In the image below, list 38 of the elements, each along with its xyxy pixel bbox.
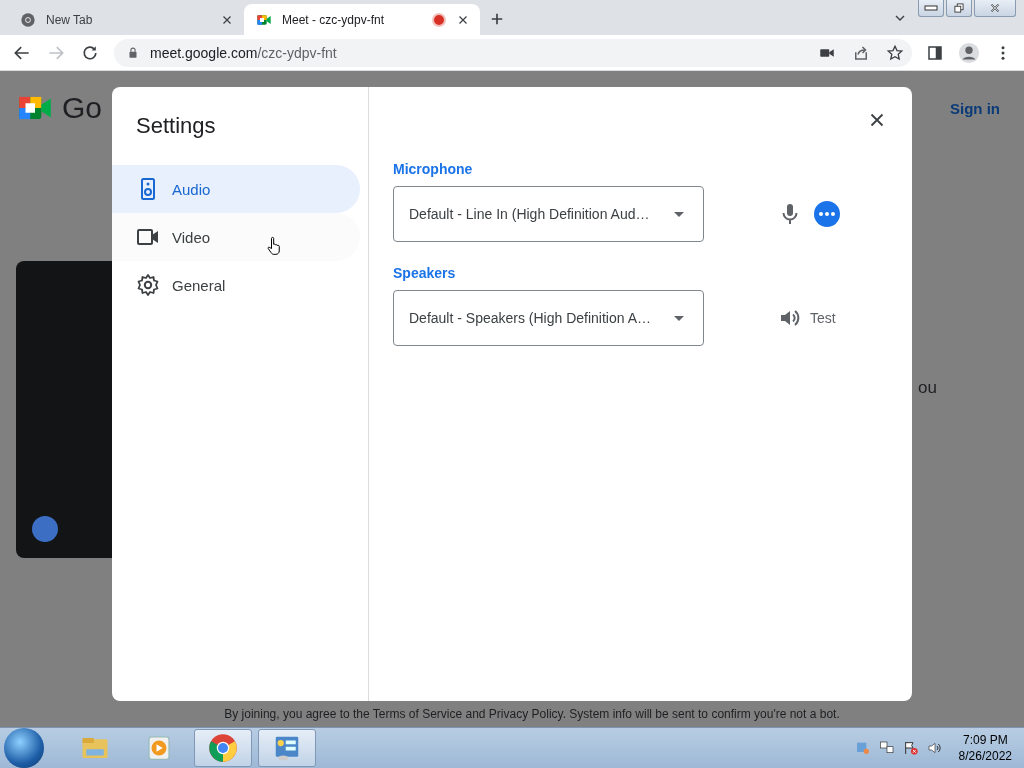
dialog-title: Settings	[135, 112, 217, 140]
restore-icon	[952, 1, 966, 15]
address-bar[interactable]: meet.google.com/czc-ydpv-fnt	[114, 38, 912, 67]
caret-icon	[674, 211, 684, 217]
minimize-icon	[924, 5, 938, 11]
browser-logo-icon	[20, 11, 36, 28]
minimize-button[interactable]	[918, 0, 944, 17]
device-dropdown[interactable]: Default - Speakers (High Definition A…	[393, 290, 704, 346]
nav-item[interactable]: Audio	[112, 165, 360, 213]
nav-item[interactable]: General	[112, 261, 360, 309]
clock-date[interactable]: 8/26/2022	[958, 748, 1012, 764]
caret-icon	[674, 315, 684, 321]
close-icon	[988, 1, 1002, 15]
logo-text: Go	[62, 91, 103, 125]
heading-text: ou	[918, 378, 937, 398]
clock-time[interactable]: 7:09 PM	[962, 732, 1008, 748]
browser-tab[interactable]: New Tab	[8, 4, 244, 35]
restore-button[interactable]	[946, 0, 972, 17]
settings-icon	[136, 273, 160, 297]
side-panel-icon[interactable]	[926, 43, 944, 62]
start-button[interactable]	[4, 728, 44, 768]
profile-icon[interactable]	[958, 41, 980, 64]
section-label: Speakers	[393, 265, 457, 281]
volume-icon[interactable]	[926, 740, 943, 756]
browser-tab[interactable]: Meet - czc-ydpv-fnt	[244, 4, 480, 35]
flag-icon[interactable]	[902, 740, 919, 756]
section-label: Microphone	[393, 161, 474, 177]
device-dropdown[interactable]: Default - Line In (High Definition Aud…	[393, 186, 704, 242]
test-button[interactable]: Test	[778, 300, 836, 336]
terms-text: By joining, you agree to the Terms of Service and Privacy Policy. System info will be sent to confirm you're not a bot.	[223, 707, 841, 721]
network-icon[interactable]	[878, 740, 895, 756]
close-button[interactable]	[974, 0, 1016, 17]
taskbar-button[interactable]	[194, 729, 252, 767]
star-icon[interactable]	[886, 43, 904, 62]
taskbar-button[interactable]	[258, 729, 316, 767]
nav-item[interactable]: Video	[112, 213, 360, 261]
browser-logo-icon	[208, 733, 238, 763]
more-options-button[interactable]	[814, 201, 840, 227]
